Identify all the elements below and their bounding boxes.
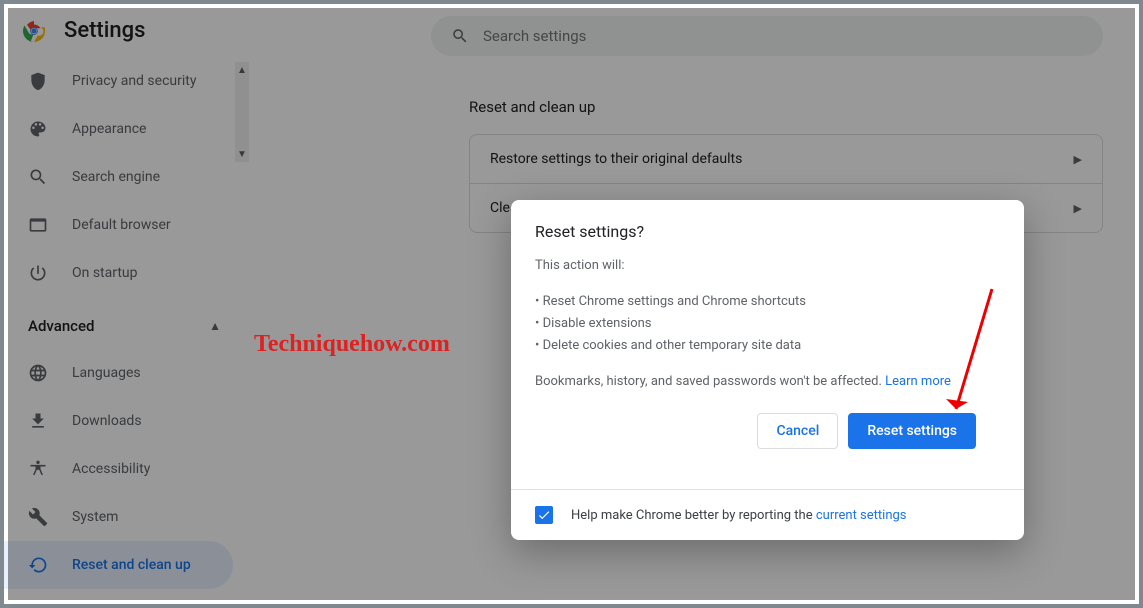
footer-text: Help make Chrome better by reporting the… bbox=[571, 508, 907, 523]
reset-settings-button[interactable]: Reset settings bbox=[848, 413, 976, 449]
cancel-button[interactable]: Cancel bbox=[757, 413, 838, 449]
dialog-bullet: • Delete cookies and other temporary sit… bbox=[535, 335, 1000, 357]
watermark-text: Techniquehow.com bbox=[254, 331, 450, 358]
dialog-description: This action will: • Reset Chrome setting… bbox=[535, 255, 1000, 393]
current-settings-link[interactable]: current settings bbox=[816, 508, 907, 523]
dialog-outro: Bookmarks, history, and saved passwords … bbox=[535, 371, 1000, 393]
dialog-intro: This action will: bbox=[535, 255, 1000, 277]
dialog-bullet: • Reset Chrome settings and Chrome short… bbox=[535, 291, 1000, 313]
dialog-title: Reset settings? bbox=[535, 222, 1000, 241]
report-checkbox[interactable] bbox=[535, 506, 553, 524]
learn-more-link[interactable]: Learn more bbox=[885, 374, 951, 389]
dialog-footer: Help make Chrome better by reporting the… bbox=[511, 489, 1024, 540]
check-icon bbox=[537, 508, 551, 522]
reset-settings-dialog: Reset settings? This action will: • Rese… bbox=[511, 200, 1024, 540]
dialog-bullet: • Disable extensions bbox=[535, 313, 1000, 335]
